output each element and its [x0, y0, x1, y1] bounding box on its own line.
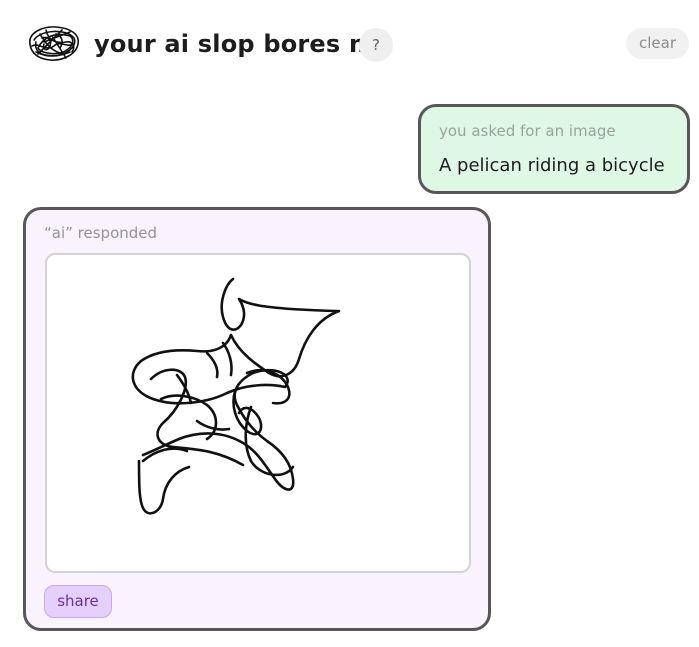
- app-page: your ai slop bores me ? clear you asked …: [0, 0, 699, 647]
- scribble-logo-icon: [26, 22, 82, 64]
- response-card: “ai” responded share: [23, 207, 491, 631]
- share-button[interactable]: share: [44, 585, 112, 618]
- help-button[interactable]: ?: [359, 28, 393, 62]
- request-label: you asked for an image: [439, 122, 616, 140]
- clear-button[interactable]: clear: [626, 28, 689, 59]
- drawing-canvas: [45, 253, 471, 573]
- request-bubble: you asked for an image A pelican riding …: [418, 104, 690, 194]
- scribble-drawing: [131, 277, 341, 515]
- request-prompt: A pelican riding a bicycle: [439, 155, 665, 176]
- header: your ai slop bores me ? clear: [0, 0, 699, 90]
- page-title: your ai slop bores me: [94, 30, 391, 58]
- response-label: “ai” responded: [44, 224, 158, 242]
